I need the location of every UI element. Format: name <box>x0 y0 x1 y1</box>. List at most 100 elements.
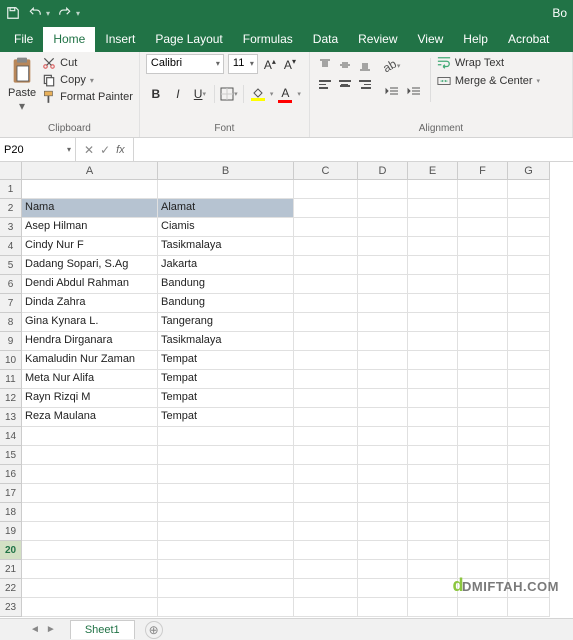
spreadsheet-grid[interactable]: ABCDEFG 12NamaAlamat3Asep HilmanCiamis4C… <box>0 162 573 617</box>
cell[interactable] <box>358 370 408 389</box>
cut-button[interactable]: Cut <box>42 56 133 70</box>
cell[interactable]: Dadang Sopari, S.Ag <box>22 256 158 275</box>
cancel-formula-button[interactable]: ✕ <box>84 143 94 157</box>
cell[interactable] <box>508 180 550 199</box>
cell[interactable] <box>22 598 158 617</box>
fill-color-button[interactable] <box>248 84 268 104</box>
cell[interactable] <box>158 465 294 484</box>
cell[interactable] <box>358 427 408 446</box>
cell[interactable] <box>294 579 358 598</box>
cell[interactable] <box>294 427 358 446</box>
cell[interactable] <box>294 560 358 579</box>
cell[interactable] <box>358 218 408 237</box>
align-bottom-button[interactable] <box>356 56 374 74</box>
cell[interactable] <box>508 522 550 541</box>
cell[interactable]: Bandung <box>158 294 294 313</box>
undo-dropdown-icon[interactable]: ▾ <box>46 9 50 18</box>
cell[interactable] <box>458 180 508 199</box>
cell[interactable] <box>458 484 508 503</box>
cell[interactable] <box>294 465 358 484</box>
cell[interactable] <box>22 579 158 598</box>
formula-input[interactable] <box>134 138 573 161</box>
enter-formula-button[interactable]: ✓ <box>100 143 110 157</box>
column-header-F[interactable]: F <box>458 162 508 180</box>
cell[interactable] <box>294 199 358 218</box>
cell[interactable] <box>408 446 458 465</box>
cell[interactable] <box>408 275 458 294</box>
cell[interactable] <box>408 237 458 256</box>
cell[interactable] <box>294 522 358 541</box>
cell[interactable] <box>408 370 458 389</box>
cell[interactable] <box>294 541 358 560</box>
tab-page-layout[interactable]: Page Layout <box>145 27 232 52</box>
cell[interactable] <box>358 503 408 522</box>
row-header[interactable]: 13 <box>0 408 22 427</box>
cell[interactable] <box>508 313 550 332</box>
align-left-button[interactable] <box>316 76 334 94</box>
row-header[interactable]: 22 <box>0 579 22 598</box>
tab-insert[interactable]: Insert <box>95 27 145 52</box>
cell[interactable] <box>458 275 508 294</box>
cell[interactable] <box>508 218 550 237</box>
cell[interactable] <box>458 446 508 465</box>
cell[interactable]: Bandung <box>158 275 294 294</box>
cell[interactable] <box>358 199 408 218</box>
cell[interactable]: Tangerang <box>158 313 294 332</box>
tab-acrobat[interactable]: Acrobat <box>498 27 559 52</box>
cell[interactable]: Gina Kynara L. <box>22 313 158 332</box>
cell[interactable] <box>408 199 458 218</box>
cell[interactable] <box>508 408 550 427</box>
borders-button[interactable]: ▾ <box>219 84 239 104</box>
cell[interactable] <box>358 313 408 332</box>
cell[interactable]: Dendi Abdul Rahman <box>22 275 158 294</box>
italic-button[interactable]: I <box>168 84 188 104</box>
cell[interactable] <box>508 351 550 370</box>
font-color-dropdown-icon[interactable]: ▾ <box>297 90 301 98</box>
tab-formulas[interactable]: Formulas <box>233 27 303 52</box>
cell[interactable] <box>508 389 550 408</box>
row-header[interactable]: 3 <box>0 218 22 237</box>
row-header[interactable]: 15 <box>0 446 22 465</box>
cell[interactable] <box>158 560 294 579</box>
cell[interactable] <box>508 275 550 294</box>
row-header[interactable]: 1 <box>0 180 22 199</box>
align-top-button[interactable] <box>316 56 334 74</box>
cell[interactable]: Tasikmalaya <box>158 332 294 351</box>
cell[interactable] <box>294 389 358 408</box>
cell[interactable] <box>508 598 550 617</box>
align-center-button[interactable] <box>336 76 354 94</box>
cell[interactable] <box>508 199 550 218</box>
cell[interactable] <box>458 465 508 484</box>
copy-dropdown-icon[interactable]: ▾ <box>90 76 94 85</box>
row-header[interactable]: 9 <box>0 332 22 351</box>
cell[interactable] <box>408 503 458 522</box>
cell[interactable] <box>458 503 508 522</box>
cell[interactable] <box>508 294 550 313</box>
row-header[interactable]: 5 <box>0 256 22 275</box>
cell[interactable] <box>458 313 508 332</box>
cell[interactable] <box>294 446 358 465</box>
column-header-E[interactable]: E <box>408 162 458 180</box>
cell[interactable]: Meta Nur Alifa <box>22 370 158 389</box>
cell[interactable] <box>408 389 458 408</box>
cell[interactable]: Jakarta <box>158 256 294 275</box>
merge-center-button[interactable]: Merge & Center ▾ <box>437 74 540 88</box>
cell[interactable] <box>358 598 408 617</box>
undo-icon[interactable] <box>28 6 42 20</box>
cell[interactable] <box>458 408 508 427</box>
cell[interactable] <box>408 427 458 446</box>
cell[interactable] <box>458 351 508 370</box>
cell[interactable] <box>458 598 508 617</box>
cell[interactable] <box>22 446 158 465</box>
row-header[interactable]: 14 <box>0 427 22 446</box>
cell[interactable] <box>458 237 508 256</box>
cell[interactable] <box>158 541 294 560</box>
cell[interactable] <box>458 256 508 275</box>
cell[interactable] <box>358 389 408 408</box>
cell[interactable] <box>294 351 358 370</box>
cell[interactable] <box>158 579 294 598</box>
name-box[interactable]: P20▾ <box>0 138 76 161</box>
cell[interactable] <box>458 370 508 389</box>
tab-help[interactable]: Help <box>453 27 498 52</box>
cell[interactable]: Kamaludin Nur Zaman <box>22 351 158 370</box>
